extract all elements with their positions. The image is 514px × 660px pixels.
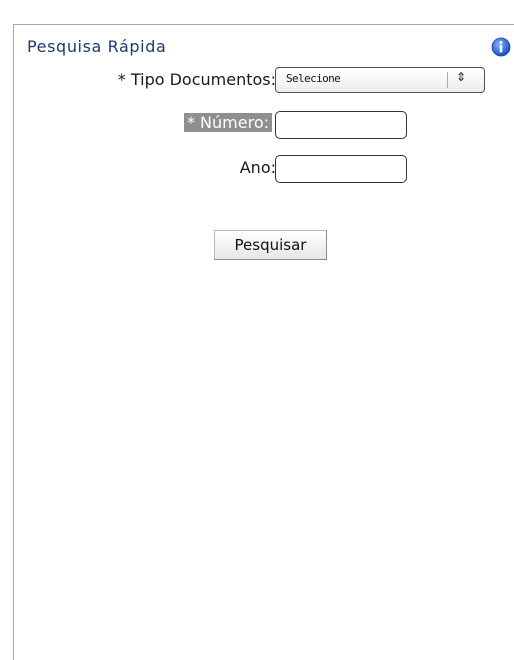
- select-selected-value: Selecione: [286, 72, 341, 85]
- panel-title: Pesquisa Rápida: [27, 37, 167, 56]
- select-divider: [447, 72, 448, 88]
- select-updown-arrows-icon: ⇕: [456, 70, 467, 84]
- pesquisar-button[interactable]: Pesquisar: [214, 230, 327, 260]
- info-icon[interactable]: [491, 37, 511, 57]
- tipo-documentos-label: * Tipo Documentos:: [117, 70, 276, 89]
- numero-label: * Número:: [183, 113, 272, 132]
- quick-search-panel: Pesquisa Rápida * Tipo Documentos: Selec…: [13, 24, 514, 660]
- ano-label: Ano:: [239, 158, 276, 177]
- numero-input[interactable]: [275, 111, 407, 139]
- ano-input[interactable]: [275, 155, 407, 183]
- tipo-documentos-select[interactable]: Selecione ⇕: [275, 67, 485, 93]
